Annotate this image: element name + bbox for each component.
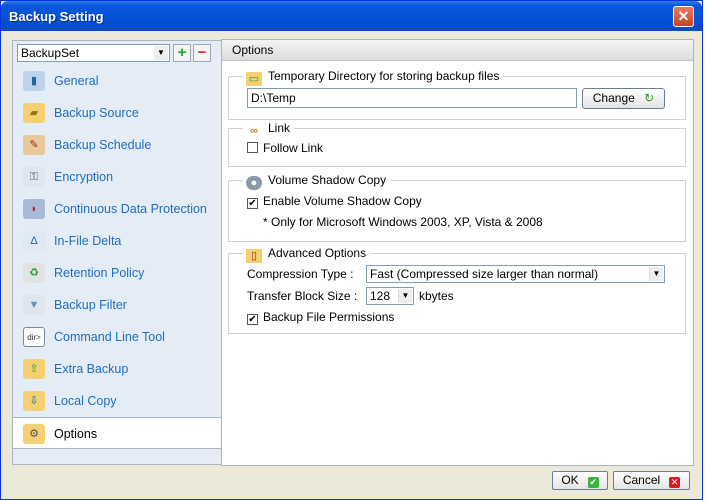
chevron-down-icon: ▼: [154, 46, 168, 60]
enable-vss-checkbox-box[interactable]: ✔: [247, 198, 258, 209]
chain-link-icon: ∞: [250, 125, 258, 137]
key-icon: ⚿: [23, 167, 45, 187]
plus-icon: +: [177, 44, 187, 61]
compression-type-label: Compression Type :: [247, 267, 354, 281]
cancel-button-label: Cancel: [622, 473, 661, 487]
sidebar-item-extra-backup[interactable]: ⇧ Extra Backup: [13, 353, 221, 385]
close-button[interactable]: ✕: [673, 6, 694, 27]
sidebar-item-options[interactable]: ⚙ Options: [13, 417, 233, 449]
sidebar-item-label: Extra Backup: [54, 362, 129, 376]
add-backup-set-button[interactable]: +: [173, 44, 191, 62]
volume-shadow-icon: ●: [246, 176, 262, 190]
window-title: Backup Setting: [9, 9, 104, 24]
backup-set-select[interactable]: BackupSet ▼: [17, 44, 170, 62]
ok-button[interactable]: OK ✔: [552, 471, 608, 490]
general-icon: ▮: [23, 71, 45, 91]
backup-file-permissions-label: Backup File Permissions: [263, 310, 395, 324]
vss-legend-text: Volume Shadow Copy: [268, 173, 387, 187]
cancel-icon: ✕: [669, 477, 681, 488]
follow-link-checkbox[interactable]: Follow Link: [247, 141, 323, 156]
sidebar-item-label: Backup Source: [54, 106, 139, 120]
backup-setting-window: Backup Setting ✕ BackupSet ▼ + − ▮ Gener…: [0, 0, 703, 500]
dialog-body: BackupSet ▼ + − ▮ General ▰ Backup Sourc…: [4, 31, 699, 497]
sidebar-item-backup-source[interactable]: ▰ Backup Source: [13, 97, 221, 129]
sidebar-item-label: In-File Delta: [54, 234, 122, 248]
sidebar-item-encryption[interactable]: ⚿ Encryption: [13, 161, 221, 193]
chevron-down-icon: ▼: [649, 267, 663, 281]
sidebar-item-label: General: [54, 74, 99, 88]
temp-dir-input[interactable]: D:\Temp: [247, 88, 577, 108]
local-copy-icon: ⇩: [23, 391, 45, 411]
sidebar-item-continuous-data-protection[interactable]: ◗ Continuous Data Protection: [13, 193, 221, 225]
sidebar-item-in-file-delta[interactable]: Δ In-File Delta: [13, 225, 221, 257]
extra-backup-icon: ⇧: [23, 359, 45, 379]
follow-link-checkbox-box[interactable]: [247, 142, 258, 153]
title-bar: Backup Setting ✕: [1, 1, 702, 31]
options-panel: Options ▭ Temporary Directory for storing…: [221, 39, 694, 466]
sidebar-item-retention-policy[interactable]: ♻ Retention Policy: [13, 257, 221, 289]
remove-backup-set-button[interactable]: −: [193, 44, 211, 62]
chevron-down-icon: ▼: [398, 289, 412, 303]
sidebar-item-label: Continuous Data Protection: [54, 202, 207, 216]
sidebar-nav: ▮ General ▰ Backup Source ✎ Backup Sched…: [13, 65, 233, 449]
compression-type-value: Fast (Compressed size larger than normal…: [370, 267, 599, 281]
sidebar-item-label: Options: [54, 427, 98, 441]
backup-file-permissions-checkbox[interactable]: ✔ Backup File Permissions: [247, 310, 394, 325]
vss-group: ● Volume Shadow Copy ✔ Enable Volume Shado…: [228, 172, 686, 242]
terminal-icon: dir>: [23, 327, 45, 347]
close-icon: ✕: [677, 8, 690, 24]
temp-dir-legend-text: Temporary Directory for storing backup f…: [268, 69, 500, 83]
enable-vss-checkbox[interactable]: ✔ Enable Volume Shadow Copy: [247, 194, 422, 209]
folder-icon: ▰: [23, 103, 45, 123]
sidebar-item-label: Encryption: [54, 170, 114, 184]
temp-dir-group: ▭ Temporary Directory for storing backup …: [228, 68, 686, 120]
sidebar-item-label: Backup Filter: [54, 298, 127, 312]
shield-icon: ◗: [23, 199, 45, 219]
kbytes-label: kbytes: [419, 289, 454, 303]
gear-icon: ⚙: [23, 424, 45, 444]
advanced-options-legend-text: Advanced Options: [268, 246, 367, 260]
compression-type-select[interactable]: Fast (Compressed size larger than normal…: [366, 265, 665, 283]
link-legend-text: Link: [268, 121, 291, 135]
enable-vss-label: Enable Volume Shadow Copy: [263, 194, 422, 208]
recycle-icon: ♻: [23, 263, 45, 283]
cancel-button[interactable]: Cancel ✕: [613, 471, 690, 490]
refresh-icon: ↻: [644, 91, 655, 105]
change-button[interactable]: Change ↻: [582, 88, 665, 109]
panel-title: Options: [222, 40, 693, 61]
backup-set-value: BackupSet: [21, 46, 80, 60]
calendar-icon: ✎: [23, 135, 45, 155]
sidebar-item-general[interactable]: ▮ General: [13, 65, 221, 97]
sidebar-item-local-copy[interactable]: ⇩ Local Copy: [13, 385, 221, 417]
filter-icon: ▼: [23, 295, 45, 315]
link-legend: ∞ Link: [243, 120, 295, 137]
delta-icon: Δ: [23, 231, 45, 251]
change-button-label: Change: [592, 91, 635, 105]
vss-note: * Only for Microsoft Windows 2003, XP, V…: [263, 215, 543, 229]
advanced-options-icon: ▯: [246, 249, 262, 263]
advanced-options-group: ▯ Advanced Options Compression Type : Fas…: [228, 245, 686, 334]
follow-link-label: Follow Link: [263, 141, 324, 155]
vss-legend: ● Volume Shadow Copy: [243, 172, 391, 190]
transfer-block-size-label: Transfer Block Size :: [247, 289, 358, 303]
temp-dir-legend: ▭ Temporary Directory for storing backup …: [243, 68, 504, 86]
ok-button-label: OK: [561, 473, 579, 487]
advanced-options-legend: ▯ Advanced Options: [243, 245, 371, 263]
sidebar-item-backup-filter[interactable]: ▼ Backup Filter: [13, 289, 221, 321]
sidebar-item-backup-schedule[interactable]: ✎ Backup Schedule: [13, 129, 221, 161]
sidebar-item-label: Local Copy: [54, 394, 117, 408]
sidebar-item-label: Command Line Tool: [54, 330, 165, 344]
sidebar-item-label: Backup Schedule: [54, 138, 152, 152]
link-group: ∞ Link Follow Link: [228, 120, 686, 167]
transfer-block-size-value: 128: [370, 289, 391, 303]
backup-file-permissions-checkbox-box[interactable]: ✔: [247, 314, 258, 325]
sidebar: BackupSet ▼ + − ▮ General ▰ Backup Sourc…: [12, 40, 233, 465]
minus-icon: −: [197, 44, 207, 61]
sidebar-item-label: Retention Policy: [54, 266, 145, 280]
transfer-block-size-select[interactable]: 128 ▼: [366, 287, 414, 305]
folder-open-icon: ▭: [246, 72, 262, 86]
check-icon: ✔: [587, 477, 599, 488]
sidebar-item-command-line-tool[interactable]: dir> Command Line Tool: [13, 321, 221, 353]
